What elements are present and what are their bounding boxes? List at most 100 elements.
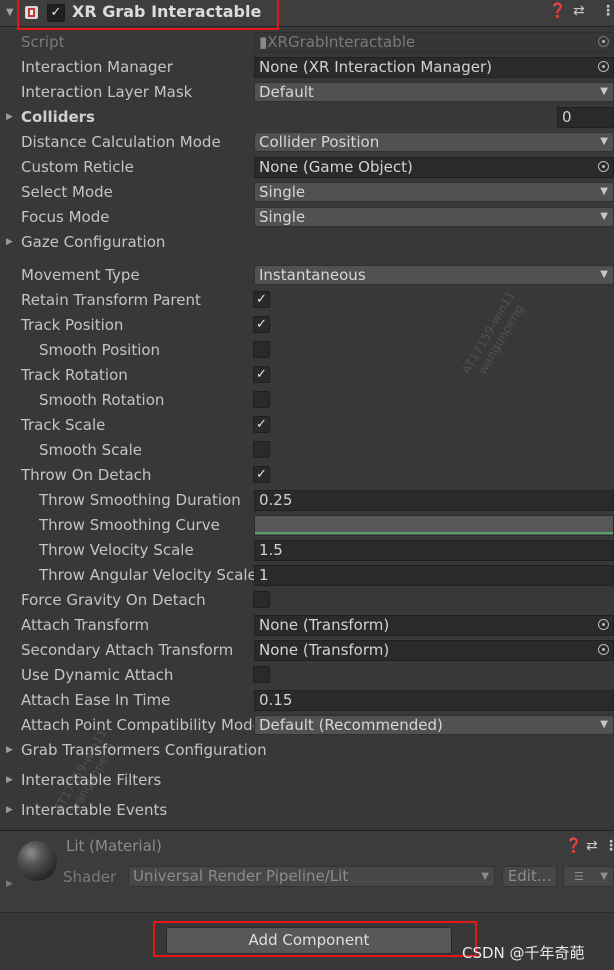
foldout-arrow-icon[interactable]: ▼ (6, 7, 14, 18)
field-label: Force Gravity On Detach (21, 591, 206, 609)
throw-velocity-scale-input[interactable]: 1.5 (254, 540, 614, 561)
dropdown-value: Default (259, 83, 314, 101)
highlight-box-title (17, 0, 279, 30)
distance-calc-mode-row: Distance Calculation Mode Collider Posit… (0, 131, 614, 155)
script-row: Script ▮XRGrabInteractable (0, 31, 614, 55)
material-preview-sphere (17, 841, 57, 881)
dropdown-arrow-icon: ▼ (600, 269, 608, 280)
throw-angular-velocity-scale-input[interactable]: 1 (254, 565, 614, 586)
dropdown-arrow-icon: ▼ (600, 136, 608, 147)
attach-transform-field[interactable]: None (Transform) (254, 615, 614, 636)
field-label: Track Position (21, 316, 124, 334)
object-picker-icon (598, 36, 609, 47)
object-picker-icon[interactable] (598, 61, 609, 72)
smooth-scale-row: Smooth Scale (0, 439, 614, 463)
field-label: Distance Calculation Mode (21, 133, 221, 151)
focus-mode-dropdown[interactable]: Single ▼ (254, 207, 614, 227)
foldout-arrow-icon[interactable]: ▶ (6, 745, 13, 755)
dropdown-arrow-icon: ▼ (481, 871, 489, 882)
track-scale-checkbox[interactable]: ✓ (253, 416, 270, 433)
foldout-arrow-icon[interactable]: ▶ (6, 775, 13, 785)
track-rotation-checkbox[interactable]: ✓ (253, 366, 270, 383)
custom-reticle-field[interactable]: None (Game Object) (254, 157, 614, 178)
dropdown-value: Collider Position (259, 133, 380, 151)
field-label: Attach Ease In Time (21, 691, 171, 709)
object-picker-icon[interactable] (598, 161, 609, 172)
interaction-layer-mask-dropdown[interactable]: Default ▼ (254, 82, 614, 102)
foldout-arrow-icon[interactable]: ▶ (6, 112, 13, 122)
secondary-attach-transform-row: Secondary Attach Transform None (Transfo… (0, 639, 614, 663)
throw-smoothing-duration-row: Throw Smoothing Duration 0.25 (0, 489, 614, 513)
field-label: Throw Angular Velocity Scale (39, 566, 257, 584)
field-label: Script (21, 33, 65, 51)
smooth-rotation-checkbox[interactable] (253, 391, 270, 408)
kebab-menu-icon[interactable]: ⋮ (601, 3, 614, 19)
select-mode-row: Select Mode Single ▼ (0, 181, 614, 205)
shader-list-button[interactable]: ☰ ▼ (563, 866, 614, 887)
help-icon[interactable]: ❓ (549, 3, 566, 19)
smooth-position-row: Smooth Position (0, 339, 614, 363)
gaze-configuration-foldout[interactable]: ▶ Gaze Configuration (0, 231, 614, 255)
throw-smoothing-curve-field[interactable] (254, 515, 614, 536)
dropdown-value: Default (Recommended) (259, 716, 443, 734)
help-icon[interactable]: ❓ (565, 838, 582, 854)
field-label: Interaction Layer Mask (21, 83, 193, 101)
field-label: Smooth Scale (39, 441, 143, 459)
interaction-manager-row: Interaction Manager None (XR Interaction… (0, 56, 614, 80)
track-position-checkbox[interactable]: ✓ (253, 316, 270, 333)
track-position-row: Track Position ✓ (0, 314, 614, 338)
foldout-arrow-icon[interactable]: ▶ (6, 237, 13, 247)
track-scale-row: Track Scale ✓ (0, 414, 614, 438)
presets-icon[interactable]: ⇄ (573, 3, 585, 19)
track-rotation-row: Track Rotation ✓ (0, 364, 614, 388)
attach-transform-row: Attach Transform None (Transform) (0, 614, 614, 638)
secondary-attach-transform-field[interactable]: None (Transform) (254, 640, 614, 661)
field-label: Use Dynamic Attach (21, 666, 174, 684)
attach-point-compat-mode-dropdown[interactable]: Default (Recommended) ▼ (254, 715, 614, 735)
attach-ease-in-time-input[interactable]: 0.15 (254, 690, 614, 711)
use-dynamic-attach-row: Use Dynamic Attach (0, 664, 614, 688)
colliders-count-field[interactable]: 0 (557, 107, 614, 128)
field-label: Track Rotation (21, 366, 128, 384)
foldout-arrow-icon[interactable]: ▶ (6, 805, 13, 815)
colliders-row[interactable]: ▶ Colliders 0 (0, 106, 614, 130)
use-dynamic-attach-checkbox[interactable] (253, 666, 270, 683)
interaction-manager-field[interactable]: None (XR Interaction Manager) (254, 57, 614, 78)
force-gravity-on-detach-row: Force Gravity On Detach (0, 589, 614, 613)
field-label: Track Scale (21, 416, 106, 434)
presets-icon[interactable]: ⇄ (586, 838, 598, 854)
select-mode-dropdown[interactable]: Single ▼ (254, 182, 614, 202)
movement-type-dropdown[interactable]: Instantaneous ▼ (254, 265, 614, 285)
custom-reticle-row: Custom Reticle None (Game Object) (0, 156, 614, 180)
field-label: Attach Transform (21, 616, 150, 634)
field-label: Throw On Detach (21, 466, 152, 484)
shader-dropdown[interactable]: Universal Render Pipeline/Lit ▼ (128, 866, 495, 887)
throw-on-detach-checkbox[interactable]: ✓ (253, 466, 270, 483)
field-label: Select Mode (21, 183, 113, 201)
force-gravity-on-detach-checkbox[interactable] (253, 591, 270, 608)
script-field: ▮XRGrabInteractable (254, 32, 614, 53)
field-value: None (Game Object) (259, 158, 413, 176)
material-section: Lit (Material) ❓ ⇄ ⋮ Shader Universal Re… (0, 831, 614, 912)
interactable-events-foldout[interactable]: ▶ Interactable Events (0, 799, 614, 823)
field-label: Interaction Manager (21, 58, 173, 76)
field-label: Custom Reticle (21, 158, 134, 176)
edit-shader-button[interactable]: Edit... (502, 866, 557, 887)
attach-ease-in-time-row: Attach Ease In Time 0.15 (0, 689, 614, 713)
object-picker-icon[interactable] (598, 644, 609, 655)
retain-transform-parent-checkbox[interactable]: ✓ (253, 291, 270, 308)
material-title: Lit (Material) (66, 837, 162, 855)
distance-calc-mode-dropdown[interactable]: Collider Position ▼ (254, 132, 614, 152)
smooth-position-checkbox[interactable] (253, 341, 270, 358)
field-label: Smooth Rotation (39, 391, 165, 409)
foldout-arrow-icon[interactable]: ▶ (6, 879, 13, 889)
interaction-layer-mask-row: Interaction Layer Mask Default ▼ (0, 81, 614, 105)
component-header[interactable]: ▼ ✓ XR Grab Interactable ❓ ⇄ ⋮ (0, 0, 614, 30)
field-value: None (Transform) (259, 641, 390, 659)
field-value: None (XR Interaction Manager) (259, 58, 492, 76)
kebab-menu-icon[interactable]: ⋮ (604, 838, 614, 854)
object-picker-icon[interactable] (598, 619, 609, 630)
throw-smoothing-duration-input[interactable]: 0.25 (254, 490, 614, 511)
dropdown-value: Single (259, 208, 306, 226)
smooth-scale-checkbox[interactable] (253, 441, 270, 458)
